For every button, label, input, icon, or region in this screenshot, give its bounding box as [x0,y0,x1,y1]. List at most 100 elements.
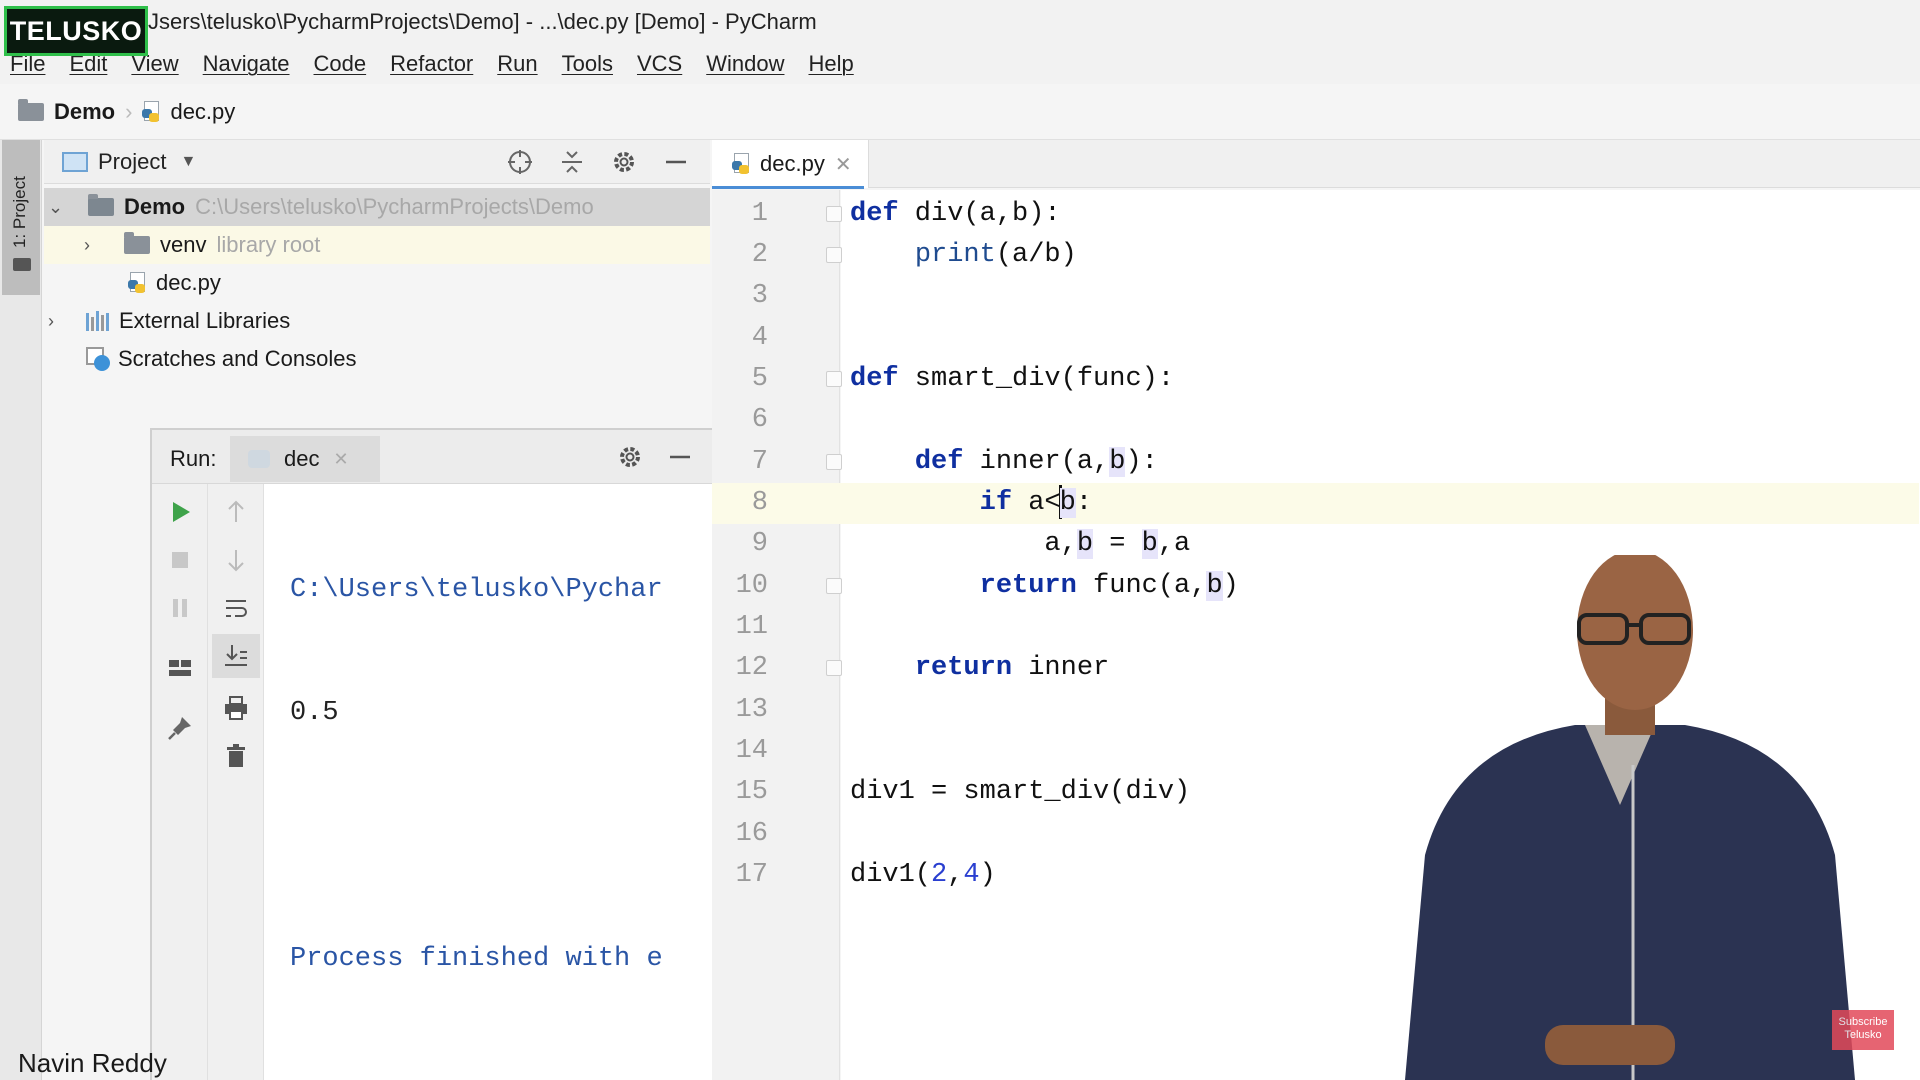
console-line-finished: Process finished with e [290,944,663,974]
tree-item-scratches[interactable]: Scratches and Consoles [44,340,710,378]
project-tool-tab[interactable]: 1: Project [2,140,40,295]
project-tool-tab-label: 1: Project [10,176,29,248]
tree-item-note: library root [216,232,321,257]
project-panel-title[interactable]: Project [98,149,166,175]
chevron-down-icon[interactable]: ▼ [180,153,196,171]
breadcrumb-separator: › [125,98,133,124]
gear-icon[interactable] [616,443,644,471]
project-view-icon [62,151,88,172]
breadcrumb: Demo › dec.py [0,84,1920,140]
tree-item-label: venv [160,232,207,257]
line-number: 5 [751,364,768,394]
brand-logo: TELUSKO [4,6,148,56]
minimize-icon[interactable] [662,148,690,176]
stop-icon[interactable] [166,546,194,574]
code-line: return func(a,b) [979,571,1239,601]
code-line: def div(a,b): [850,199,1061,229]
print-icon[interactable] [222,694,250,722]
fold-marker-icon[interactable] [826,247,842,263]
tree-item-label: dec.py [156,270,221,295]
menu-window[interactable]: Window [706,51,784,77]
window-title: Jsers\telusko\PycharmProjects\Demo] - ..… [148,9,817,34]
minimize-icon[interactable] [666,443,694,471]
presenter-video-overlay [1405,555,1855,1080]
tree-item-external-libraries[interactable]: › External Libraries [44,302,710,340]
menu-tools[interactable]: Tools [562,51,613,77]
tree-item-label: External Libraries [119,308,291,333]
editor-tab-dec-py[interactable]: dec.py ✕ [712,140,869,189]
run-toolbar-secondary [208,484,264,1080]
run-tab-label: dec [284,446,320,471]
project-panel-header: Project ▼ [44,140,710,184]
arrow-down-icon[interactable] [222,546,250,574]
collapse-all-icon[interactable] [558,148,586,176]
layout-icon[interactable] [166,654,194,682]
fold-marker-icon[interactable] [826,660,842,676]
editor-tab-label: dec.py [760,151,825,176]
folder-icon [13,258,31,271]
soft-wrap-icon[interactable] [222,594,250,622]
run-tab-dec[interactable]: dec ✕ [230,436,380,482]
scroll-to-end-toggle[interactable] [212,634,260,678]
tree-item-label: Demo [124,194,186,219]
run-panel: Run: dec ✕ C:\Users\telusko\Pychar 0.5 P… [150,428,712,1080]
fold-marker-icon[interactable] [826,578,842,594]
arrow-up-icon[interactable] [222,498,250,526]
code-line-current: if a<b: [850,483,1092,524]
fold-marker-icon[interactable] [826,206,842,222]
chevron-right-icon[interactable]: › [48,311,54,332]
fold-marker-icon[interactable] [826,371,842,387]
menu-refactor[interactable]: Refactor [390,51,473,77]
menu-vcs[interactable]: VCS [637,51,682,77]
close-icon[interactable]: ✕ [835,152,852,177]
line-number: 6 [751,405,768,435]
folder-icon [18,98,44,121]
menu-help[interactable]: Help [808,51,853,77]
python-file-icon [732,153,752,175]
run-console-output[interactable]: C:\Users\telusko\Pychar 0.5 Process fini… [290,488,712,1062]
subscribe-watermark[interactable]: Subscribe Telusko [1832,1010,1894,1050]
chevron-down-icon[interactable]: ⌄ [48,197,63,218]
line-number: 15 [735,777,768,807]
scroll-to-end-icon [225,645,247,666]
line-number: 16 [735,819,768,849]
chevron-right-icon[interactable]: › [84,235,90,256]
menu-code[interactable]: Code [314,51,367,77]
editor-tab-bar: dec.py ✕ [712,140,1920,189]
pin-icon[interactable] [166,714,194,742]
python-icon [248,450,270,468]
library-icon [86,311,109,331]
run-panel-header: Run: dec ✕ [152,430,712,484]
menu-run[interactable]: Run [497,51,537,77]
run-toolbar-primary [152,484,208,1080]
code-line: def smart_div(func): [850,364,1175,394]
line-number: 14 [735,736,768,766]
line-number: 7 [751,447,768,477]
gear-icon[interactable] [610,148,638,176]
menu-navigate[interactable]: Navigate [203,51,290,77]
tree-item-path: C:\Users\telusko\PycharmProjects\Demo [195,194,594,219]
breadcrumb-file[interactable]: dec.py [170,99,235,125]
trash-icon[interactable] [222,742,250,770]
locate-icon[interactable] [506,148,534,176]
line-number: 10 [735,571,768,601]
line-number: 1 [751,199,768,229]
close-icon[interactable]: ✕ [333,449,348,470]
python-file-icon [142,100,162,123]
tree-item-demo[interactable]: ⌄ Demo C:\Users\telusko\PycharmProjects\… [44,188,710,226]
presenter-name-caption: Navin Reddy [18,1048,167,1078]
folder-icon [88,194,114,216]
rerun-icon[interactable] [166,498,194,526]
line-number: 9 [751,529,768,559]
fold-marker-icon[interactable] [826,454,842,470]
console-line-output: 0.5 [290,698,339,728]
breadcrumb-project[interactable]: Demo [54,99,115,125]
code-line: div1(2,4) [850,860,996,890]
tree-item-venv[interactable]: › venv library root [44,226,710,264]
run-label: Run: [170,446,217,471]
pause-icon[interactable] [166,594,194,622]
code-line: a,b = b,a [850,529,1191,559]
tree-item-dec-py[interactable]: dec.py [44,264,710,302]
code-line: div1 = smart_div(div) [850,777,1191,807]
